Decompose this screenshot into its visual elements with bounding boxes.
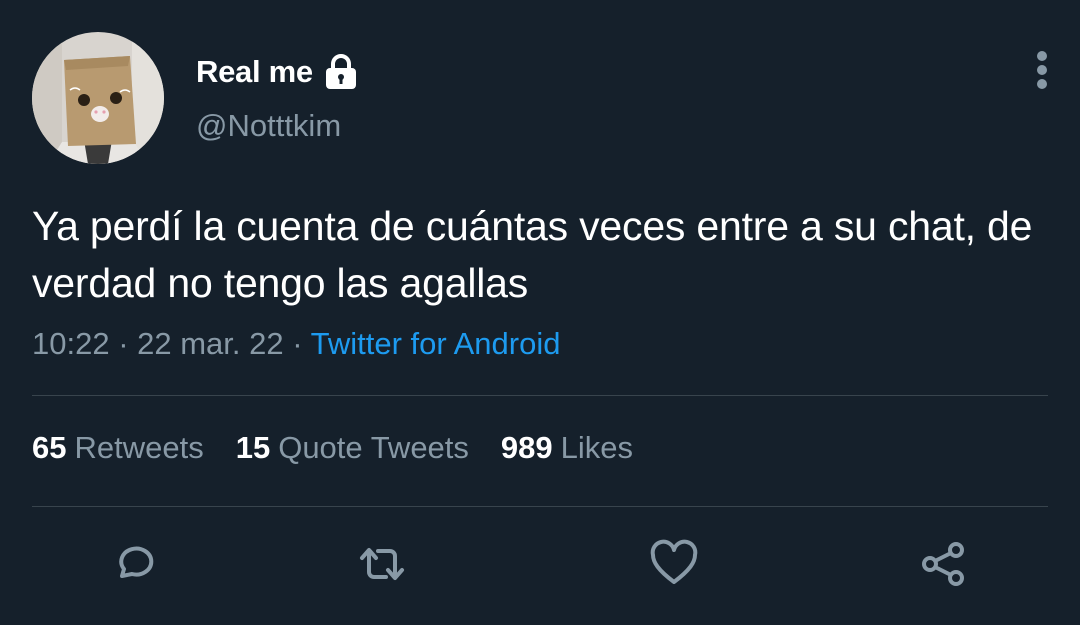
share-icon <box>922 542 964 586</box>
quote-tweets-count: 15 <box>235 430 271 465</box>
meta-separator: · <box>109 326 138 361</box>
share-button[interactable] <box>918 538 970 590</box>
tweet-detail: Real me @Notttkim Ya perdí la cuenta de … <box>0 0 1080 625</box>
tweet-date: 22 mar. 22 <box>137 326 284 361</box>
reply-button[interactable] <box>108 538 160 590</box>
display-name[interactable]: Real me <box>196 54 313 90</box>
retweets-label: Retweets <box>74 430 204 465</box>
quote-tweets-stat[interactable]: 15 Quote Tweets <box>236 430 469 466</box>
tweet-meta: 10:22 · 22 mar. 22 · Twitter for Android <box>32 326 560 362</box>
lock-icon <box>323 53 359 91</box>
name-row: Real me <box>196 50 359 94</box>
divider <box>32 506 1048 507</box>
avatar[interactable] <box>32 32 164 164</box>
likes-label: Likes <box>560 430 634 465</box>
tweet-stats: 65 Retweets 15 Quote Tweets 989 Likes <box>32 430 665 466</box>
meta-separator: · <box>283 326 311 361</box>
reply-icon <box>119 546 154 578</box>
more-vertical-icon[interactable] <box>1024 46 1060 94</box>
retweets-count: 65 <box>32 430 67 465</box>
user-handle[interactable]: @Notttkim <box>196 108 341 144</box>
divider <box>32 395 1048 396</box>
tweet-text: Ya perdí la cuenta de cuántas veces entr… <box>32 203 1033 306</box>
retweets-stat[interactable]: 65 Retweets <box>32 430 204 466</box>
likes-stat[interactable]: 989 Likes <box>501 430 633 466</box>
heart-icon <box>650 539 698 584</box>
quote-tweets-label: Quote Tweets <box>278 430 469 465</box>
like-button[interactable] <box>648 538 700 590</box>
retweet-icon <box>360 548 404 580</box>
retweet-button[interactable] <box>356 538 408 590</box>
tweet-time: 10:22 <box>32 326 110 361</box>
likes-count: 989 <box>500 430 553 465</box>
tweet-source-link[interactable]: Twitter for Android <box>311 326 561 361</box>
